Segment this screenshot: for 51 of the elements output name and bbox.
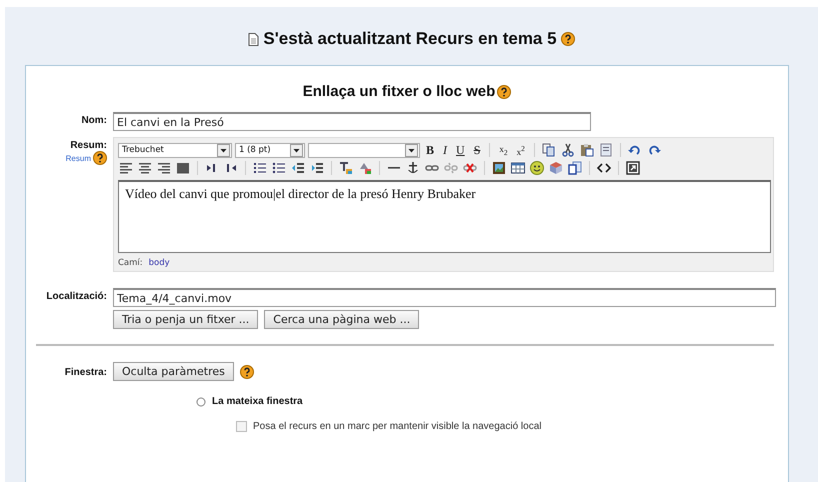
field-label: Nom: xyxy=(80,114,107,128)
help-icon[interactable] xyxy=(560,32,575,46)
radio-button[interactable] xyxy=(196,396,206,406)
outdent-icon[interactable] xyxy=(290,160,306,176)
indent-icon[interactable] xyxy=(309,160,325,176)
smiley-icon[interactable] xyxy=(529,160,545,176)
document-icon[interactable] xyxy=(567,160,583,176)
anchor-icon[interactable] xyxy=(405,160,421,176)
help-icon[interactable] xyxy=(497,84,512,98)
format-button[interactable]: I xyxy=(440,142,450,158)
format-button[interactable]: B xyxy=(423,142,438,158)
field-label: Resum: xyxy=(70,139,107,151)
path-label: Camí: xyxy=(118,258,143,268)
field-label: Localització: xyxy=(45,290,107,304)
help-icon[interactable] xyxy=(93,151,107,165)
name-field[interactable]: El canvi en la Presó xyxy=(113,112,591,131)
document-icon xyxy=(248,32,260,46)
size-dropdown[interactable]: 1 (8 pt) xyxy=(235,142,305,158)
image-icon[interactable] xyxy=(491,160,507,176)
editor-text-area[interactable]: Vídeo del canvi que promou|el director de la presó Henry Brubaker xyxy=(118,180,771,253)
paste-icon[interactable] xyxy=(578,142,595,158)
fullscreen-icon[interactable] xyxy=(625,160,641,176)
section-heading: Enllaça un fitxer o lloc web xyxy=(302,83,496,100)
toggle-button[interactable]: Oculta paràmetres xyxy=(113,362,234,381)
field-label: Finestra: xyxy=(64,366,107,380)
editor-text: Vídeo del canvi que promou|el director de la presó Henry Brubaker xyxy=(125,186,476,201)
format-button[interactable]: U xyxy=(453,142,468,158)
path-link[interactable]: body xyxy=(148,258,170,268)
format-button[interactable]: x$_{2}$ xyxy=(496,144,511,156)
page-title: S'està actualitzant Recurs en tema 5 xyxy=(263,29,557,49)
checkbox-label: Posa el recurs en un marc per mantenir visible la navegació local xyxy=(253,421,542,432)
bullet-list-icon[interactable] xyxy=(271,160,287,176)
justify-icon[interactable] xyxy=(175,160,191,176)
format-button[interactable]: x$^{2}$ xyxy=(514,144,528,156)
align-left-icon[interactable] xyxy=(118,160,134,176)
font-dropdown[interactable]: Trebuchet xyxy=(118,142,232,158)
text-color-icon[interactable] xyxy=(338,160,354,176)
copy-icon[interactable] xyxy=(540,142,557,158)
table-icon[interactable] xyxy=(510,160,526,176)
browse-button[interactable]: Tria o penja un fitxer ... xyxy=(113,310,258,329)
radio-label: La mateixa finestra xyxy=(212,396,303,407)
align-right-icon[interactable] xyxy=(156,160,172,176)
align-center-icon[interactable] xyxy=(137,160,153,176)
numbered-list-icon[interactable] xyxy=(252,160,268,176)
help-icon[interactable] xyxy=(240,364,254,378)
format-button[interactable]: S xyxy=(470,142,484,158)
location-field[interactable]: Tema_4/4_canvi.mov xyxy=(113,288,776,307)
paste-text-icon[interactable] xyxy=(598,142,614,158)
cut-icon[interactable] xyxy=(560,142,576,158)
browse-button[interactable]: Cerca una pàgina web ... xyxy=(264,310,420,329)
help-link[interactable]: Resum xyxy=(66,154,91,162)
